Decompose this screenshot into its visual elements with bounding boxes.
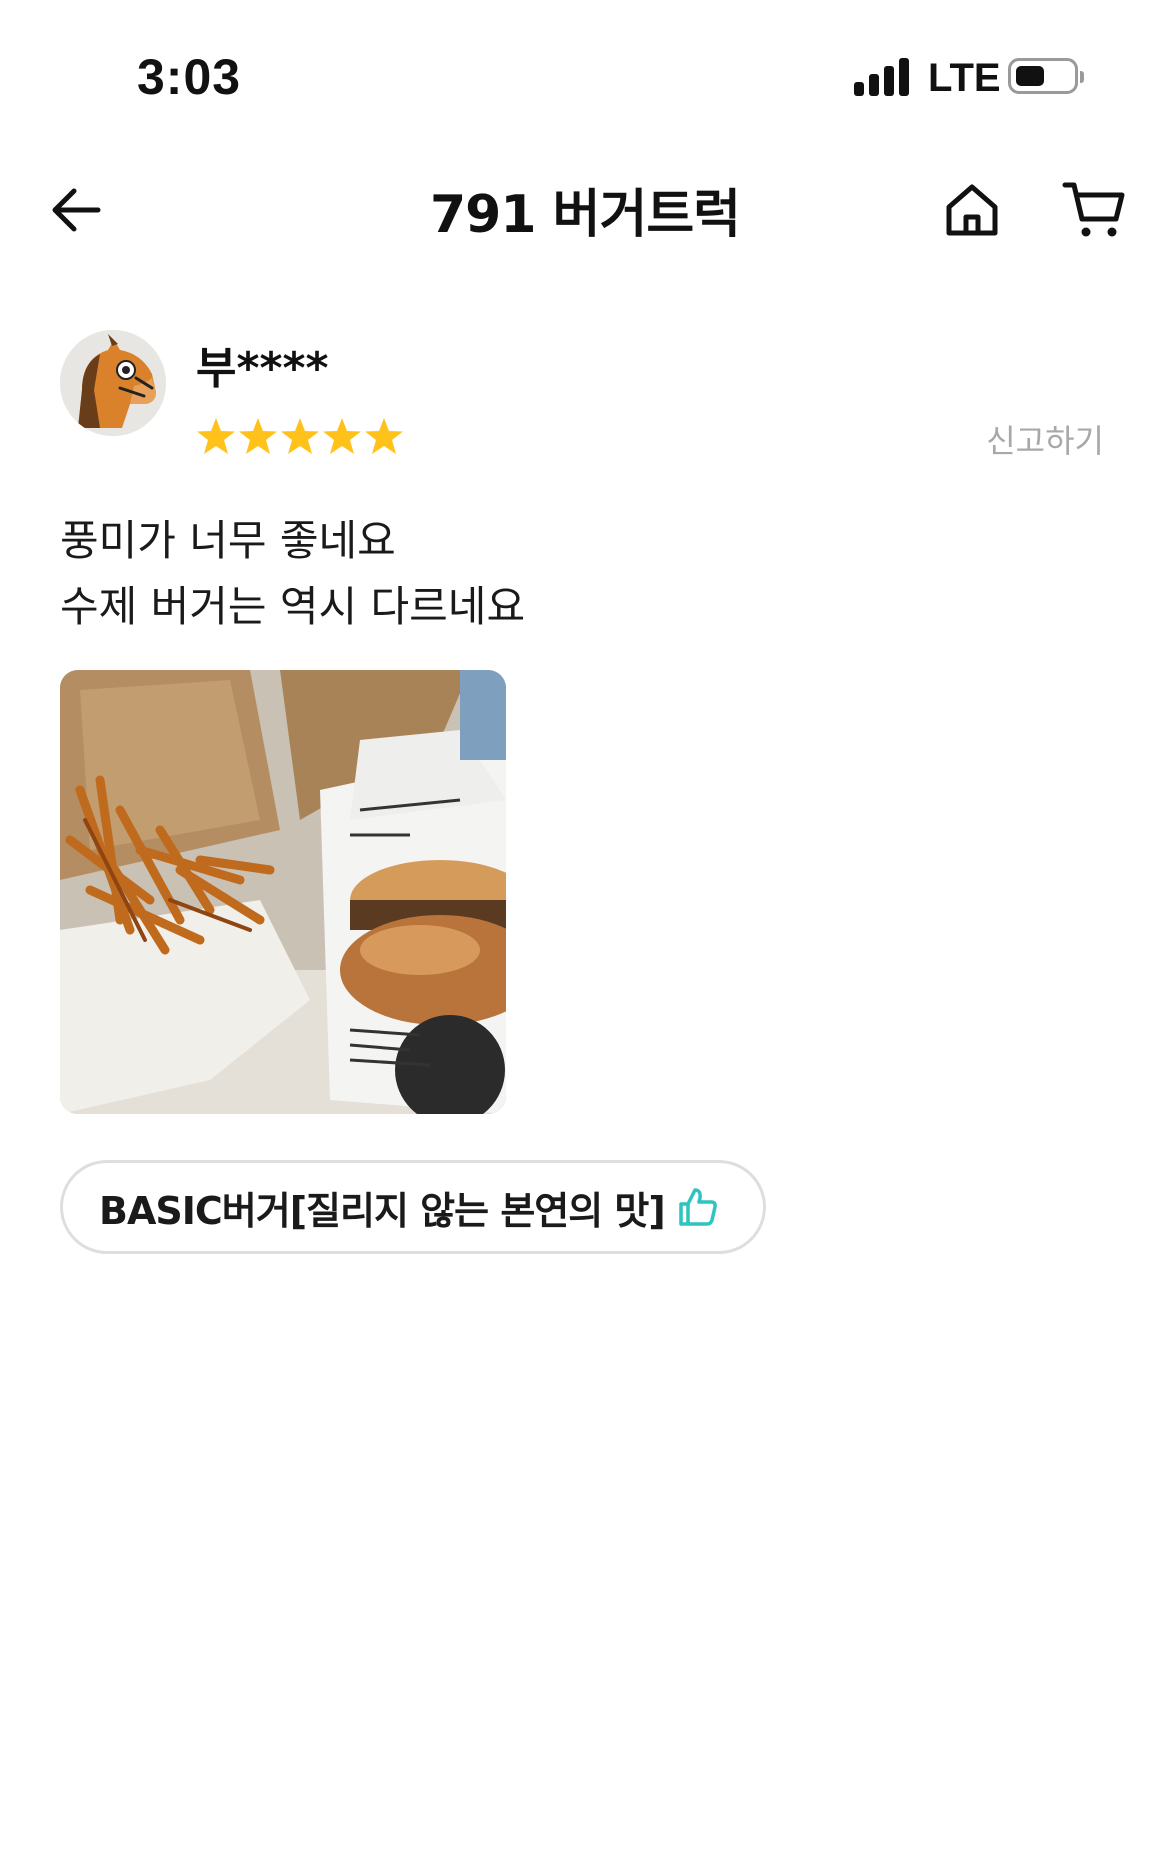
review-text-line: 풍미가 너무 좋네요	[60, 516, 396, 565]
star-icon	[197, 418, 235, 454]
status-time: 3:03	[137, 49, 242, 105]
back-button[interactable]	[40, 174, 112, 246]
reviewer-name: 부****	[196, 343, 329, 394]
signal-icon	[854, 58, 914, 96]
cart-icon	[1062, 182, 1125, 237]
report-button[interactable]: 신고하기	[986, 416, 1104, 462]
page-title: 791 버거트럭	[429, 185, 741, 245]
network-label: LTE	[928, 56, 1001, 100]
star-rating	[196, 416, 404, 462]
star-icon	[365, 418, 403, 454]
review-header: 부**** 신고하기	[0, 320, 1170, 460]
home-icon	[946, 184, 998, 236]
battery-icon	[1008, 58, 1084, 94]
star-icon	[239, 418, 277, 454]
star-icon	[323, 418, 361, 454]
cart-button[interactable]	[1054, 174, 1134, 246]
review-photo[interactable]	[60, 670, 506, 1114]
review-text: 풍미가 너무 좋네요 수제 버거는 역시 다르네요	[60, 508, 1110, 640]
nav-bar: 791 버거트럭	[0, 150, 1170, 270]
back-arrow-icon	[52, 188, 101, 232]
horse-avatar-icon	[60, 330, 166, 436]
review-text-line: 수제 버거는 역시 다르네요	[60, 582, 526, 631]
menu-tag-label: BASIC버거[질리지 않는 본연의 맛]	[99, 1188, 666, 1233]
avatar[interactable]	[60, 330, 166, 436]
thumbs-up-icon	[679, 1188, 717, 1226]
menu-tag[interactable]: BASIC버거[질리지 않는 본연의 맛]	[60, 1160, 766, 1254]
burger-and-fries-photo	[60, 670, 506, 1114]
home-button[interactable]	[936, 174, 1008, 246]
star-icon	[281, 418, 319, 454]
status-bar: 3:03 LTE	[0, 0, 1170, 140]
